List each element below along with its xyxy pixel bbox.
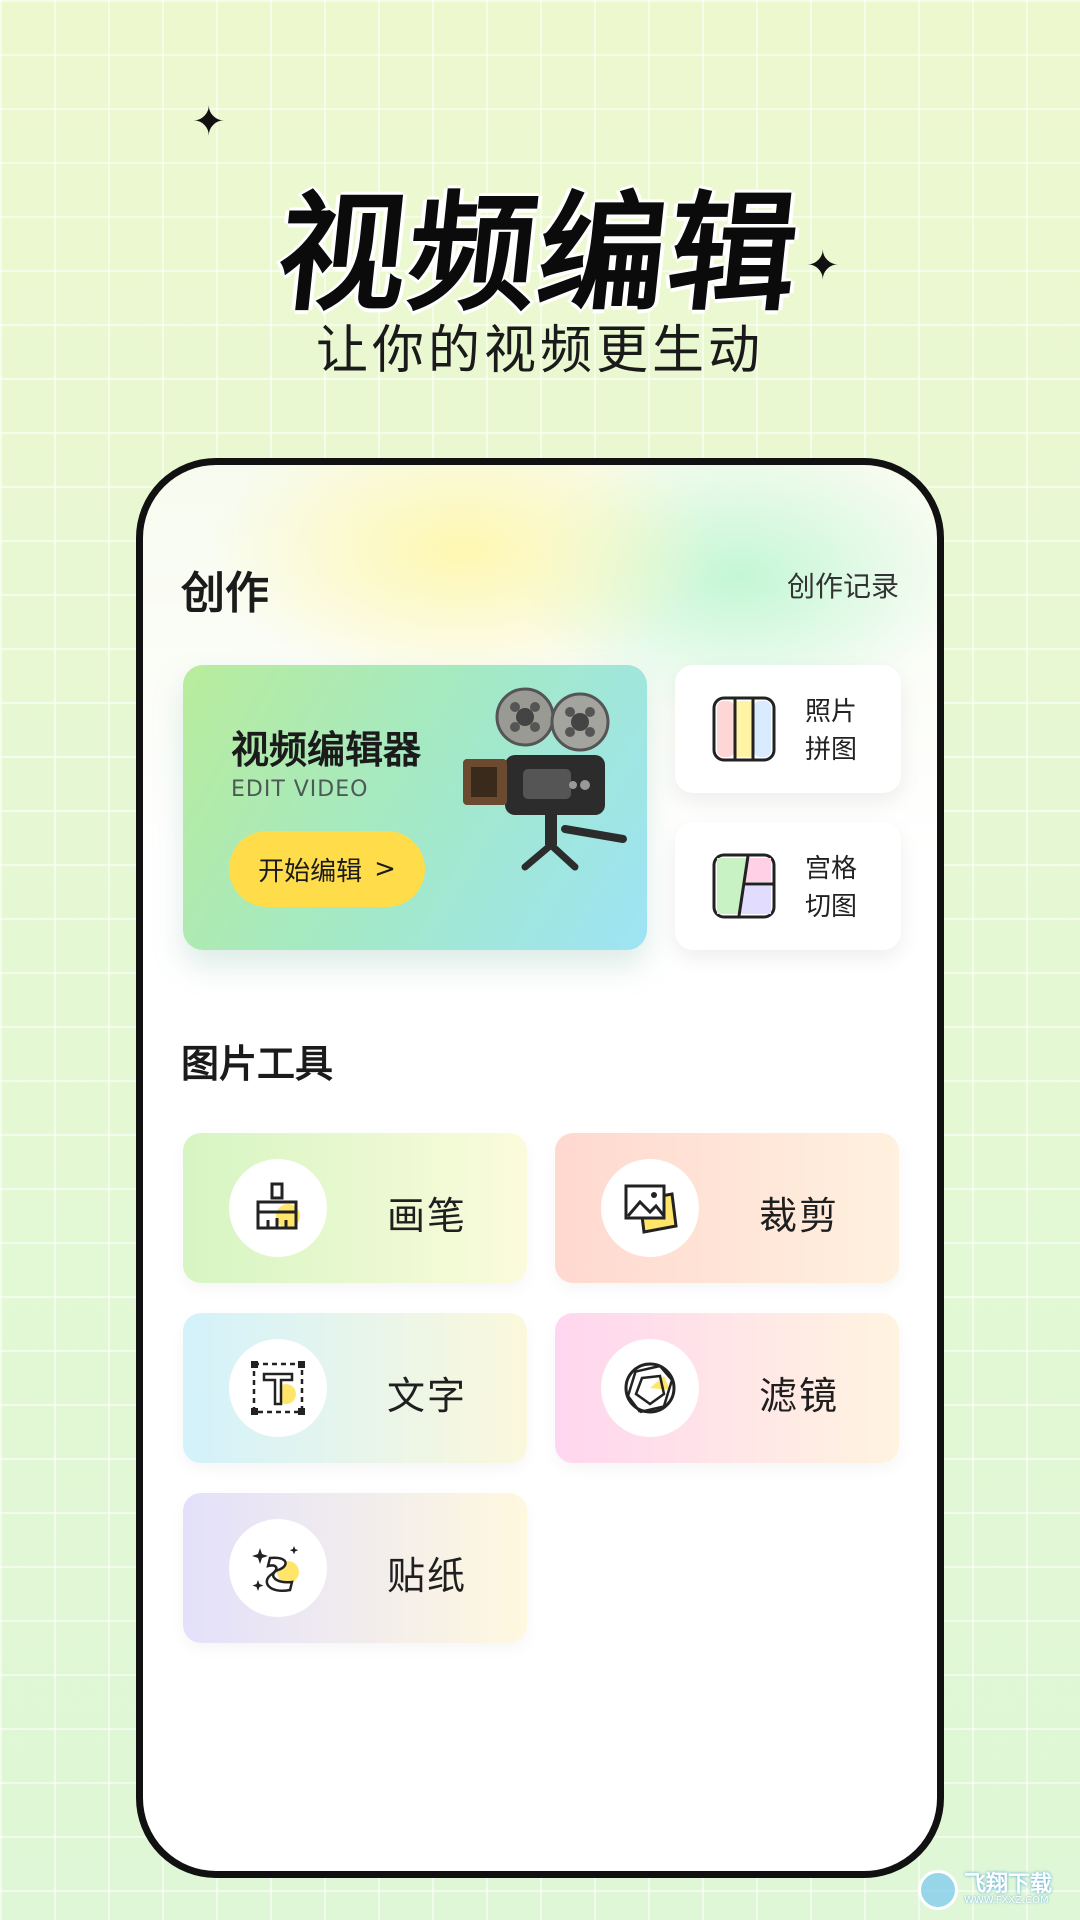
section-title-create: 创作 bbox=[181, 568, 269, 619]
start-editing-button[interactable]: 开始编辑 > bbox=[229, 831, 425, 907]
photo-collage-label-1: 照片 bbox=[805, 697, 858, 727]
sticker-tool-card[interactable]: 贴纸 bbox=[183, 1493, 527, 1643]
brush-icon bbox=[256, 1182, 300, 1230]
watermark-text: 飞翔下载 bbox=[964, 1872, 1053, 1897]
creation-records-link[interactable]: 创作记录 bbox=[787, 565, 899, 605]
grid-cut-card[interactable]: 宫格 切图 bbox=[675, 822, 901, 950]
sticker-tool-label: 贴纸 bbox=[387, 1554, 468, 1598]
video-editor-subtitle: EDIT VIDEO bbox=[231, 777, 369, 802]
text-tool-card[interactable]: 文字 bbox=[183, 1313, 527, 1463]
crop-tool-label: 裁剪 bbox=[759, 1194, 840, 1238]
photo-collage-card[interactable]: 照片 拼图 bbox=[675, 665, 901, 793]
chevron-right-icon: > bbox=[374, 854, 396, 884]
grid-cut-label-1: 宫格 bbox=[805, 854, 858, 884]
sticker-icon bbox=[252, 1546, 299, 1593]
video-editor-card[interactable]: 视频编辑器 EDIT VIDEO 开始编辑 > bbox=[183, 665, 647, 950]
text-icon bbox=[251, 1361, 305, 1415]
crop-image-icon bbox=[624, 1184, 678, 1234]
watermark-logo bbox=[918, 1870, 958, 1910]
section-title-image-tools: 图片工具 bbox=[181, 1042, 334, 1086]
crop-tool-card[interactable]: 裁剪 bbox=[555, 1133, 899, 1283]
grid-cut-label-2: 切图 bbox=[805, 892, 858, 922]
grid-cut-icon bbox=[712, 853, 776, 919]
watermark-url: WWW.FXXZ.COM bbox=[964, 1895, 1049, 1906]
filter-aperture-icon bbox=[624, 1362, 676, 1414]
filter-tool-label: 滤镜 bbox=[759, 1374, 840, 1418]
start-editing-label: 开始编辑 bbox=[258, 856, 363, 887]
sparkle-icon: ✦ bbox=[192, 99, 226, 145]
brush-tool-label: 画笔 bbox=[387, 1194, 468, 1238]
photo-collage-label-2: 拼图 bbox=[805, 735, 858, 765]
filter-tool-card[interactable]: 滤镜 bbox=[555, 1313, 899, 1463]
brush-tool-card[interactable]: 画笔 bbox=[183, 1133, 527, 1283]
film-camera-icon bbox=[463, 687, 627, 871]
phone-mockup: 创作 创作记录 视频编辑器 EDIT VIDEO 开始编辑 > 照片 拼图 宫格… bbox=[136, 458, 944, 1878]
video-editor-title: 视频编辑器 bbox=[231, 728, 422, 772]
photo-collage-icon bbox=[712, 696, 776, 762]
text-tool-label: 文字 bbox=[387, 1374, 468, 1418]
watermark: 飞翔下载 WWW.FXXZ.COM bbox=[918, 1868, 1068, 1912]
hero-subtitle: 让你的视频更生动 bbox=[315, 321, 764, 381]
